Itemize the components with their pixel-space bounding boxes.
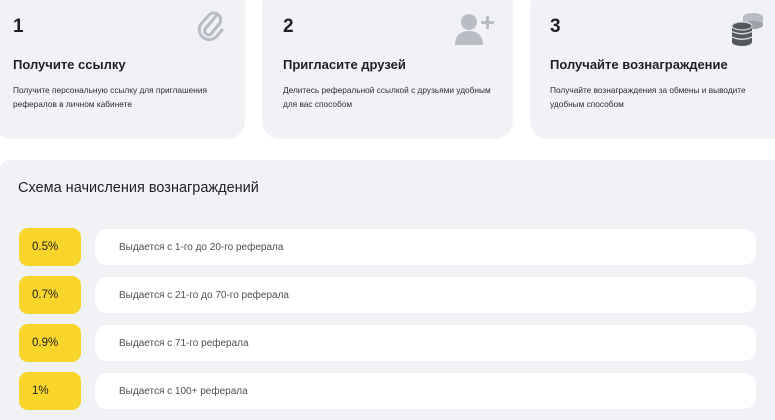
coins-stack-icon (730, 12, 766, 51)
step-title: Пригласите друзей (283, 57, 406, 72)
tier-description: Выдается с 100+ реферала (95, 373, 756, 409)
tier-rate-badge: 1% (19, 372, 81, 410)
section-title: Схема начисления вознаграждений (18, 180, 259, 196)
reward-scheme-panel: Схема начисления вознаграждений 0.5% Выд… (0, 160, 775, 420)
tier-description: Выдается с 71-го реферала (95, 325, 756, 361)
step-card-get-link: 1 Получите ссылку Получите персональную … (0, 0, 245, 139)
step-title: Получайте вознаграждение (550, 57, 728, 72)
reward-tier-row: 0.7% Выдается с 21-го до 70-го реферала (19, 276, 759, 316)
how-it-works-steps: 1 Получите ссылку Получите персональную … (0, 0, 775, 140)
tier-description: Выдается с 1-го до 20-го реферала (95, 229, 756, 265)
step-description: Делитесь реферальной ссылкой с друзьями … (283, 85, 491, 109)
tier-rate-badge: 0.5% (19, 228, 81, 266)
reward-tier-row: 0.9% Выдается с 71-го реферала (19, 324, 759, 364)
step-card-get-reward: 3 Получайте вознаграждение Получайте воз… (530, 0, 775, 139)
add-user-icon (455, 12, 495, 51)
tier-rate-badge: 0.9% (19, 324, 81, 362)
reward-tier-row: 0.5% Выдается с 1-го до 20-го реферала (19, 228, 759, 268)
step-description: Получите персональную ссылку для приглаш… (13, 85, 207, 109)
paperclip-icon (197, 10, 225, 49)
tier-description: Выдается с 21-го до 70-го реферала (95, 277, 756, 313)
tier-rate-badge: 0.7% (19, 276, 81, 314)
step-description: Получайте вознаграждения за обмены и выв… (550, 85, 746, 109)
step-title: Получите ссылку (13, 57, 126, 72)
reward-tier-row: 1% Выдается с 100+ реферала (19, 372, 759, 412)
step-card-invite-friends: 2 Пригласите друзей Делитесь реферальной… (262, 0, 513, 139)
